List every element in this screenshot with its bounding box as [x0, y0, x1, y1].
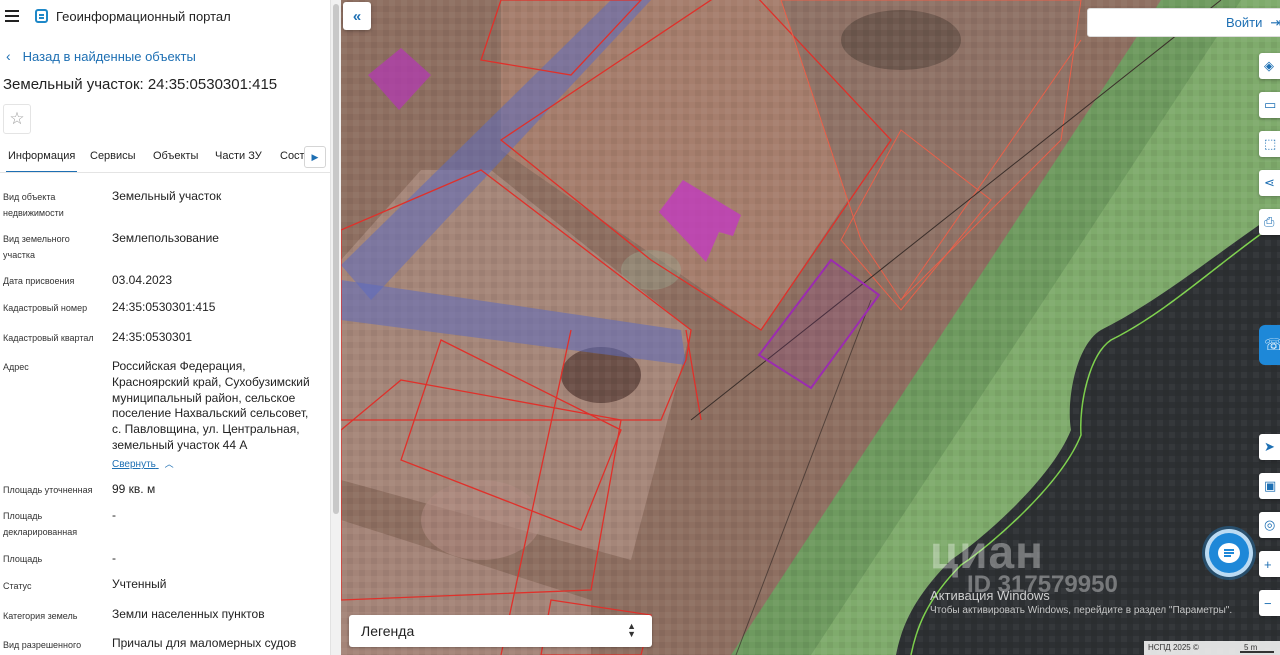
legend-label: Легенда: [361, 623, 415, 639]
collapse-link[interactable]: Свернуть ︿: [112, 457, 174, 470]
feedback-icon: ☏: [1264, 337, 1280, 354]
prop-label: Площадь декларированная: [3, 511, 78, 537]
plus-icon: +: [1264, 556, 1272, 572]
chevron-up-icon: ︿: [164, 459, 174, 469]
chat-icon: [1218, 543, 1240, 563]
prop-value: Земли населенных пунктов: [112, 607, 265, 621]
prop-value: 24:35:0530301:415: [112, 300, 216, 314]
prop-label: Площадь: [3, 554, 43, 564]
minus-icon: −: [1264, 595, 1272, 611]
prop-value: -: [112, 508, 116, 522]
prop-value: 24:35:0530301: [112, 330, 193, 344]
prop-value: Причалы для маломерных судов: [112, 636, 297, 650]
prop-label: Дата присвоения: [3, 276, 75, 286]
zoom-in-button[interactable]: +: [1259, 551, 1280, 577]
pin-search-icon: ◎: [1264, 517, 1276, 532]
prop-label: Вид разрешенного: [3, 640, 82, 650]
locate-icon: ➤: [1264, 439, 1275, 454]
copyright-text: НСПД 2025 ©: [1148, 643, 1199, 652]
prop-label: Кадастровый квартал: [3, 333, 94, 343]
map-attribution: НСПД 2025 © 5 m: [1144, 641, 1280, 655]
windows-activation-subtitle: Чтобы активировать Windows, перейдите в …: [930, 605, 1233, 616]
prop-value: -: [112, 551, 116, 565]
chevron-left-icon: ‹: [6, 48, 11, 64]
hamburger-icon[interactable]: [5, 10, 19, 22]
tabs-next-button[interactable]: ▶: [304, 146, 326, 168]
address-value: Российская Федерация, Красноярский край,…: [112, 359, 310, 452]
ruler-button[interactable]: ▭: [1259, 92, 1280, 118]
prop-label: Вид земельного участка: [3, 234, 70, 260]
ruler-icon: ▭: [1264, 97, 1277, 112]
portal-logo-icon: [35, 9, 48, 23]
feedback-side-button[interactable]: ☏: [1259, 325, 1280, 365]
locate-button[interactable]: ➤: [1259, 434, 1280, 460]
share-button[interactable]: ⋖: [1259, 170, 1280, 196]
tab-bar: Информация Сервисы Объекты Части ЗУ Сост…: [0, 145, 330, 173]
tab-info[interactable]: Информация: [5, 150, 78, 172]
back-link-label: Назад в найденные объекты: [22, 48, 196, 64]
legend-dropdown[interactable]: Легенда ▲ ▼: [349, 615, 652, 647]
chat-button[interactable]: [1205, 529, 1253, 577]
scrollbar-thumb[interactable]: [333, 4, 339, 514]
print-icon: ⎙: [1264, 214, 1275, 229]
layers-button[interactable]: ◈: [1259, 53, 1280, 79]
tab-objects[interactable]: Объекты: [153, 150, 198, 162]
prop-value: Учтенный: [112, 577, 167, 591]
select-area-icon: ⬚: [1264, 136, 1277, 151]
map-view[interactable]: циан ID 317579950 Активация Windows Чтоб…: [341, 0, 1280, 655]
prop-label: Площадь уточненная: [3, 485, 93, 495]
zoom-out-button[interactable]: −: [1259, 590, 1280, 616]
star-icon: ☆: [9, 109, 25, 128]
share-icon: ⋖: [1264, 175, 1275, 190]
chevron-right-icon: ▶: [311, 151, 319, 162]
prop-label: Категория земель: [3, 611, 78, 621]
scale-bar: [1240, 651, 1274, 653]
print-button[interactable]: ⎙: [1259, 209, 1280, 235]
prop-value: Земельный участок: [112, 189, 222, 203]
tab-services[interactable]: Сервисы: [90, 150, 136, 162]
prop-value: 99 кв. м: [112, 482, 156, 496]
prop-value: Землепользование: [112, 231, 219, 245]
object-title: Земельный участок: 24:35:0530301:415: [3, 76, 278, 93]
satellite-map: [341, 0, 1280, 655]
double-chevron-left-icon: «: [352, 7, 362, 25]
layers-icon: ◈: [1264, 58, 1274, 73]
collapse-panel-button[interactable]: «: [343, 2, 371, 30]
sort-updown-icon: ▲ ▼: [627, 621, 636, 639]
collapse-label: Свернуть: [112, 459, 156, 470]
panel-scrollbar[interactable]: [330, 0, 341, 655]
minimap-icon: ▣: [1264, 478, 1277, 493]
prop-label: Адрес: [3, 362, 29, 372]
select-area-button[interactable]: ⬚: [1259, 131, 1280, 157]
login-label: Войти: [1226, 15, 1263, 30]
app-root: Геоинформационный портал ‹ Назад в найде…: [0, 0, 1280, 655]
prop-label: Статус: [3, 581, 32, 591]
prop-label: Вид объекта недвижимости: [3, 192, 64, 218]
app-title: Геоинформационный портал: [56, 9, 231, 24]
minimap-button[interactable]: ▣: [1259, 473, 1280, 499]
tab-parts[interactable]: Части ЗУ: [215, 150, 262, 162]
prop-value: 03.04.2023: [112, 273, 173, 287]
top-bar: Геоинформационный портал: [0, 0, 330, 33]
back-to-results-link[interactable]: ‹ Назад в найденные объекты: [6, 48, 196, 64]
prop-label: Кадастровый номер: [3, 303, 88, 313]
login-button[interactable]: Войти ⇥: [1087, 8, 1280, 37]
windows-activation-title: Активация Windows: [930, 588, 1050, 603]
pin-search-button[interactable]: ◎: [1259, 512, 1280, 538]
favorite-button[interactable]: ☆: [3, 104, 31, 134]
login-arrow-icon: ⇥: [1270, 14, 1280, 30]
info-panel: Геоинформационный портал ‹ Назад в найде…: [0, 0, 330, 655]
